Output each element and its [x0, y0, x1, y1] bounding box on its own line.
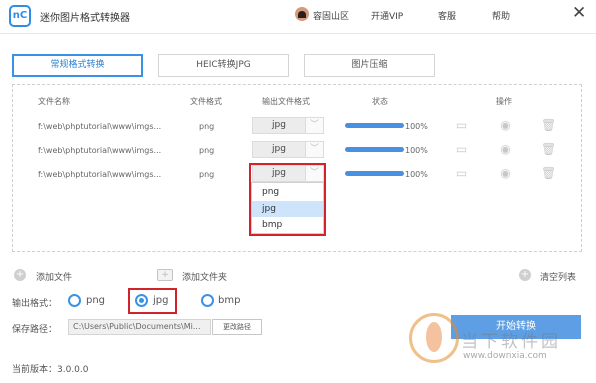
radio-png[interactable] [68, 294, 81, 307]
close-icon[interactable]: ✕ [572, 3, 586, 23]
row-3-file-format: png [199, 170, 215, 179]
change-path-button[interactable]: 更改路径 [212, 319, 262, 335]
app-title: 迷你图片格式转换器 [40, 13, 130, 24]
user-avatar[interactable] [295, 7, 309, 21]
chevron-down-icon: ﹀ [305, 118, 323, 133]
row-1-file-name: f:\web\phptutorial\www\imgs... [38, 122, 162, 131]
add-folder-icon[interactable]: + [157, 269, 173, 281]
save-path-label: 保存路径： [12, 325, 58, 335]
trash-icon[interactable]: 🗑 [541, 119, 556, 131]
folder-icon[interactable]: ▭ [455, 143, 468, 155]
radio-jpg-label[interactable]: jpg [153, 295, 168, 306]
watermark-text: 当下软件园 [461, 332, 561, 352]
header-status: 状态 [372, 97, 388, 106]
title-divider [0, 33, 596, 34]
output-format-dropdown[interactable]: png jpg bmp [251, 182, 324, 234]
folder-icon[interactable]: ▭ [455, 119, 468, 131]
preview-eye-icon[interactable]: ◉ [499, 167, 512, 179]
watermark-logo [409, 313, 459, 363]
radio-png-label[interactable]: png [86, 295, 105, 306]
add-file-button[interactable]: 添加文件 [36, 270, 72, 283]
user-name-link[interactable]: 容固山区 [313, 9, 349, 22]
output-format-label: 输出格式： [12, 299, 58, 309]
version-text: 当前版本：3.0.0.0 [12, 365, 89, 375]
row-2-output-select[interactable]: jpg ﹀ [252, 141, 324, 158]
tab-image-compress[interactable]: 图片压缩 [304, 54, 435, 77]
radio-bmp[interactable] [201, 294, 214, 307]
row-1-file-format: png [199, 122, 215, 131]
tab-heic-to-jpg[interactable]: HEIC转换JPG [158, 54, 289, 77]
add-file-icon[interactable]: + [14, 269, 26, 281]
row-2-output-value: jpg [272, 144, 286, 154]
row-3-file-name: f:\web\phptutorial\www\imgs... [38, 170, 162, 179]
save-path-field[interactable]: C:\Users\Public\Documents\Mi... [68, 319, 211, 335]
row-2-percent: 100% [405, 146, 428, 155]
tab-regular-convert[interactable]: 常规格式转换 [12, 54, 143, 77]
header-file-name: 文件名称 [38, 97, 70, 106]
radio-bmp-label[interactable]: bmp [218, 295, 240, 306]
help-link[interactable]: 帮助 [492, 9, 510, 22]
clear-list-icon[interactable]: + [519, 269, 531, 281]
preview-eye-icon[interactable]: ◉ [499, 143, 512, 155]
app-logo: nC [9, 5, 31, 27]
row-1-output-select[interactable]: jpg ﹀ [252, 117, 324, 134]
dropdown-option-bmp[interactable]: bmp [252, 217, 323, 233]
row-2-progress-bar [345, 147, 404, 152]
row-2-file-name: f:\web\phptutorial\www\imgs... [38, 146, 162, 155]
add-folder-button[interactable]: 添加文件夹 [182, 270, 227, 283]
row-1-output-value: jpg [272, 120, 286, 130]
preview-eye-icon[interactable]: ◉ [499, 119, 512, 131]
dropdown-option-png[interactable]: png [252, 184, 323, 200]
clear-list-button[interactable]: 清空列表 [540, 270, 576, 283]
header-output-format: 输出文件格式 [262, 97, 310, 106]
radio-jpg[interactable] [135, 294, 148, 307]
trash-icon[interactable]: 🗑 [541, 143, 556, 155]
row-1-progress-bar [345, 123, 404, 128]
row-1-percent: 100% [405, 122, 428, 131]
row-3-progress-bar [345, 171, 404, 176]
open-vip-link[interactable]: 开通VIP [371, 9, 403, 22]
watermark-url: www.downxia.com [463, 351, 547, 361]
trash-icon[interactable]: 🗑 [541, 167, 556, 179]
header-operations: 操作 [496, 97, 512, 106]
chevron-down-icon: ﹀ [305, 142, 323, 157]
header-file-format: 文件格式 [190, 97, 222, 106]
customer-service-link[interactable]: 客服 [438, 9, 456, 22]
dropdown-option-jpg[interactable]: jpg [252, 201, 323, 217]
row-2-file-format: png [199, 146, 215, 155]
row-3-percent: 100% [405, 170, 428, 179]
folder-icon[interactable]: ▭ [455, 167, 468, 179]
